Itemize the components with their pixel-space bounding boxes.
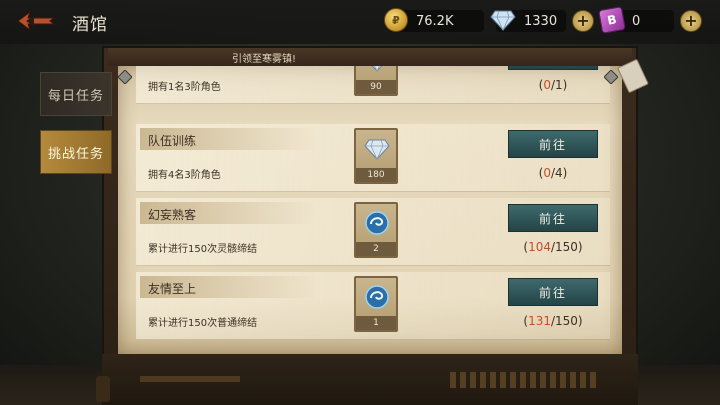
task-name: 友情至上 — [148, 282, 197, 296]
reward-count: 180 — [356, 168, 396, 182]
task-desc: 累计进行150次普通缔结 — [148, 318, 258, 329]
go-button[interactable]: 前往 — [508, 204, 598, 232]
diamond-icon — [371, 66, 383, 72]
ticket-icon: B — [598, 6, 626, 34]
diamond-icon — [364, 139, 390, 160]
lamp-decoration — [96, 376, 110, 402]
tab-daily-tasks[interactable]: 每日任务 — [40, 72, 112, 116]
back-button[interactable] — [16, 9, 56, 33]
task-desc: 累计进行150次灵骸缔结 — [148, 244, 258, 255]
add-ticket-button[interactable]: + — [680, 10, 702, 32]
diamond-counter: 1330 + — [490, 9, 594, 33]
add-diamond-button[interactable]: + — [572, 10, 594, 32]
coin-icon: ₽ — [384, 8, 408, 32]
top-bar: 酒馆 ₽ 76.2K 1330 + B 0 + — [0, 0, 720, 44]
swirl-orb-icon — [365, 285, 389, 309]
reward-count: 1 — [356, 316, 396, 330]
board-header-strip — [108, 48, 632, 66]
swirl-orb-icon — [365, 211, 389, 235]
task-row: 友情至上 累计进行150次普通缔结 1 前往 (131/150) — [136, 272, 610, 340]
task-row: 幻妄熟客 累计进行150次灵骸缔结 2 前往 (104/150) — [136, 198, 610, 266]
diamond-value: 1330 — [524, 13, 558, 29]
task-desc: 拥有1名3阶角色 — [148, 82, 221, 93]
pin-icon — [118, 70, 132, 84]
task-name: 队伍训练 — [148, 134, 197, 148]
coin-value: 76.2K — [416, 13, 454, 29]
task-progress: (131/150) — [523, 314, 583, 328]
notice-text: 引领至寒雾镇! — [232, 54, 297, 65]
ticket-counter: B 0 + — [598, 6, 702, 34]
coin-counter: ₽ 76.2K — [384, 8, 484, 33]
reward-slot: 90 — [354, 66, 398, 96]
page-title: 酒馆 — [72, 15, 108, 35]
back-arrow-icon — [17, 10, 56, 32]
task-desc: 拥有4名3阶角色 — [148, 170, 221, 181]
go-button[interactable]: 前往 — [508, 66, 598, 70]
task-progress: (0/4) — [538, 166, 568, 180]
bottom-decoration — [450, 372, 600, 388]
task-row: 拥有1名3阶角色 90 前往 (0/1) — [136, 66, 610, 104]
reward-count: 2 — [356, 242, 396, 256]
task-list[interactable]: 拥有1名3阶角色 90 前往 (0/1) 队伍训练 拥有4名3阶角色 180 前… — [118, 66, 622, 354]
go-button[interactable]: 前往 — [508, 278, 598, 306]
task-progress: (104/150) — [523, 240, 583, 254]
reward-slot: 2 — [354, 202, 398, 258]
reward-count: 90 — [356, 80, 396, 94]
tab-challenge-tasks[interactable]: 挑战任务 — [40, 130, 112, 174]
task-row: 队伍训练 拥有4名3阶角色 180 前往 (0/4) — [136, 124, 610, 192]
rope-decoration — [140, 376, 240, 382]
pin-icon — [604, 70, 618, 84]
ticket-value: 0 — [632, 13, 641, 29]
task-progress: (0/1) — [538, 78, 568, 92]
reward-slot: 180 — [354, 128, 398, 184]
reward-slot: 1 — [354, 276, 398, 332]
diamond-icon — [490, 10, 516, 31]
task-name: 幻妄熟客 — [148, 208, 197, 222]
go-button[interactable]: 前往 — [508, 130, 598, 158]
